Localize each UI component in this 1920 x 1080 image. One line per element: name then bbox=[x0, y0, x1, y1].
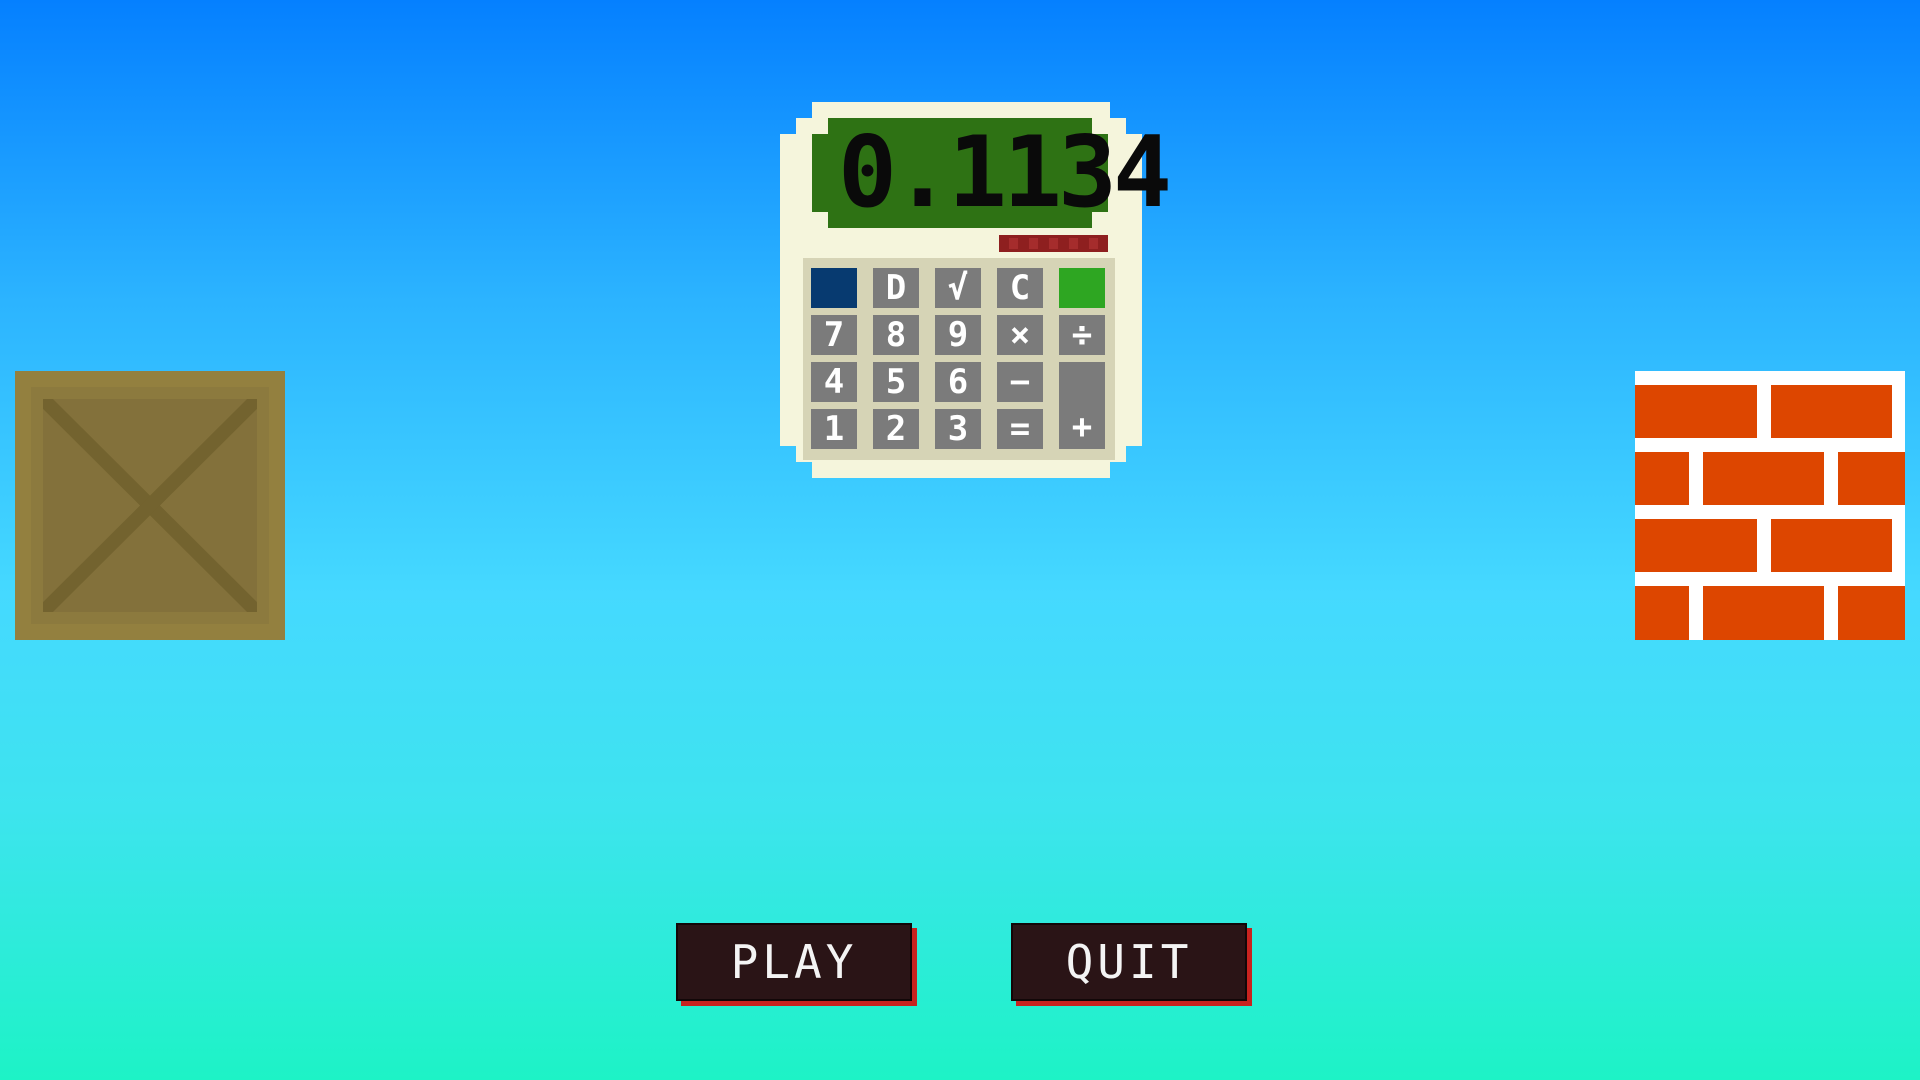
solar-panel-strip bbox=[999, 235, 1108, 252]
calc-key-d: D bbox=[873, 268, 919, 308]
quit-button[interactable]: QUIT bbox=[1011, 923, 1247, 1001]
calc-key-6: 6 bbox=[935, 362, 981, 402]
brick-wall-block bbox=[1635, 371, 1905, 640]
calc-key-divide: ÷ bbox=[1059, 315, 1105, 355]
play-button[interactable]: PLAY bbox=[676, 923, 912, 1001]
calc-key-c: C bbox=[997, 268, 1043, 308]
brick-pattern bbox=[1635, 385, 1905, 640]
calculator-display-readout: 0.1134 bbox=[838, 116, 1172, 230]
calc-key-sqrt: √ bbox=[935, 268, 981, 308]
calculator-logo: 0.1134 D √ C 7 8 9 × ÷ 4 5 6 − + 1 2 3 = bbox=[780, 102, 1172, 478]
calc-key-4: 4 bbox=[811, 362, 857, 402]
calc-key-1: 1 bbox=[811, 409, 857, 449]
calc-key-3: 3 bbox=[935, 409, 981, 449]
calc-key-plus: + bbox=[1059, 362, 1105, 449]
calc-key-blue bbox=[811, 268, 857, 308]
calc-key-5: 5 bbox=[873, 362, 919, 402]
crate-cross-brace bbox=[43, 399, 257, 612]
calc-key-multiply: × bbox=[997, 315, 1043, 355]
calc-key-9: 9 bbox=[935, 315, 981, 355]
title-screen: 0.1134 D √ C 7 8 9 × ÷ 4 5 6 − + 1 2 3 =… bbox=[0, 0, 1920, 1080]
calc-key-2: 2 bbox=[873, 409, 919, 449]
calculator-keypad: D √ C 7 8 9 × ÷ 4 5 6 − + 1 2 3 = bbox=[803, 258, 1115, 460]
wooden-crate-block bbox=[15, 371, 285, 640]
calc-key-equals: = bbox=[997, 409, 1043, 449]
calc-key-minus: − bbox=[997, 362, 1043, 402]
calc-key-7: 7 bbox=[811, 315, 857, 355]
calc-key-8: 8 bbox=[873, 315, 919, 355]
calc-key-green bbox=[1059, 268, 1105, 308]
